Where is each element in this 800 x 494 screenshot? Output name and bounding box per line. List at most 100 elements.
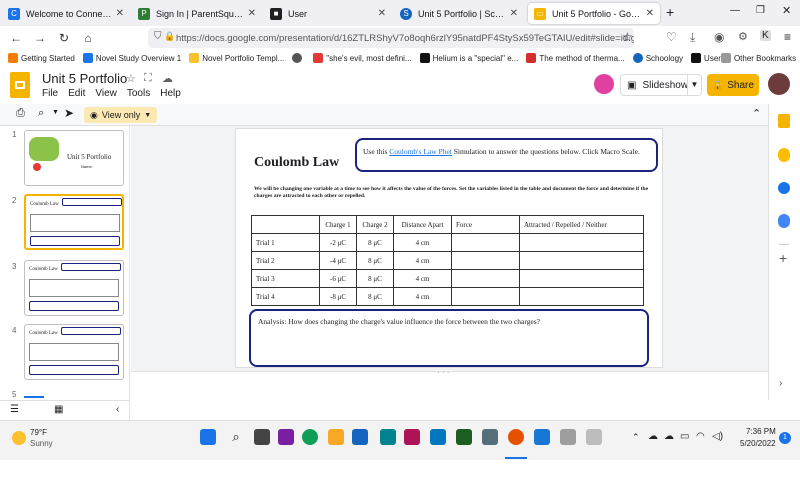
- restore-icon[interactable]: ❐: [756, 5, 765, 16]
- doc-title[interactable]: Unit 5 Portfolio: [42, 71, 127, 86]
- menu-view[interactable]: View: [95, 88, 117, 99]
- app-icon[interactable]: [560, 429, 576, 445]
- menu-file[interactable]: File: [42, 88, 58, 99]
- bookmark-item[interactable]: Novel Study Overview 1: [82, 53, 181, 63]
- menu-edit[interactable]: Edit: [68, 88, 85, 99]
- add-icon[interactable]: +: [779, 250, 787, 266]
- wifi-icon[interactable]: ◠: [696, 431, 705, 442]
- pocket-icon[interactable]: ♡: [666, 30, 677, 44]
- avatar[interactable]: [768, 73, 790, 95]
- mail-icon[interactable]: [430, 429, 446, 445]
- meet-icon[interactable]: [594, 74, 614, 94]
- menu-help[interactable]: Help: [160, 88, 181, 99]
- bookmark-item[interactable]: The method of therma...: [526, 53, 625, 63]
- slide-thumbnail-1[interactable]: Unit 5 Portfolio Name:: [24, 130, 124, 186]
- chevron-up-icon[interactable]: ⌃: [632, 432, 640, 443]
- teams-chat-icon[interactable]: [278, 429, 294, 445]
- bookmark-item[interactable]: User: [691, 53, 721, 63]
- app-icon[interactable]: [404, 429, 420, 445]
- download-icon[interactable]: ⤓: [690, 30, 695, 45]
- battery-icon[interactable]: ▭: [680, 431, 689, 442]
- browser-tab-parentsquare[interactable]: P Sign In | ParentSquare ✕: [132, 3, 262, 24]
- phet-link[interactable]: Coulomb's Law Phet: [389, 147, 452, 156]
- windows-start-icon[interactable]: [200, 429, 216, 445]
- reload-icon[interactable]: ↻: [52, 31, 76, 45]
- bookmark-item[interactable]: Novel Portfolio Templ...: [189, 53, 284, 63]
- bookmark-star-icon[interactable]: ☆: [622, 30, 633, 44]
- cloud-icon[interactable]: ☁: [648, 431, 658, 442]
- instruction-text-post: Simulation to answer the questions below…: [451, 147, 640, 156]
- print-icon[interactable]: ⎙: [16, 107, 25, 120]
- close-window-icon[interactable]: ✕: [782, 4, 791, 17]
- calendar-icon[interactable]: [778, 114, 790, 128]
- store-icon[interactable]: [352, 429, 368, 445]
- home-icon[interactable]: ⌂: [76, 31, 100, 45]
- grid-view-icon[interactable]: ▦: [54, 404, 63, 415]
- clock-time[interactable]: 7:36 PM: [746, 427, 776, 436]
- speaker-notes[interactable]: · · ·: [131, 368, 768, 401]
- file-explorer-icon[interactable]: [328, 429, 344, 445]
- bookmark-item[interactable]: Helium is a "special" e...: [419, 53, 518, 63]
- filmstrip-view-icon[interactable]: ☰: [10, 404, 19, 415]
- other-bookmarks[interactable]: Other Bookmarks: [720, 53, 796, 63]
- star-icon[interactable]: ☆: [126, 72, 136, 85]
- view-only-button[interactable]: ◉ View only ▼: [84, 107, 158, 123]
- word-icon[interactable]: [534, 429, 550, 445]
- slideshow-button[interactable]: ▣ Slideshow ▼: [620, 74, 702, 96]
- slide-thumbnail-4[interactable]: Coulomb Law: [24, 324, 124, 380]
- extension-icon[interactable]: ⚙: [738, 30, 748, 43]
- cursor-icon[interactable]: ➤: [64, 106, 74, 120]
- keep-icon[interactable]: [778, 148, 790, 162]
- excel-icon[interactable]: [456, 429, 472, 445]
- chevron-down-icon[interactable]: ▼: [687, 75, 701, 95]
- app-icon[interactable]: [482, 429, 498, 445]
- share-button[interactable]: 🔒 Share: [707, 74, 759, 96]
- back-icon[interactable]: ←: [4, 31, 28, 45]
- minimize-icon[interactable]: —: [730, 5, 740, 16]
- chevron-left-icon[interactable]: ‹: [116, 404, 119, 415]
- account-icon[interactable]: ◉: [714, 30, 724, 44]
- close-icon[interactable]: ✕: [248, 8, 256, 19]
- collapse-icon[interactable]: ⌃: [752, 107, 761, 120]
- app-icon[interactable]: [586, 429, 602, 445]
- menu-icon[interactable]: ≡: [784, 30, 791, 44]
- clock-date[interactable]: 5/20/2022: [740, 439, 776, 448]
- app-icon[interactable]: [380, 429, 396, 445]
- chevron-down-icon[interactable]: ▼: [52, 109, 59, 116]
- task-view-icon[interactable]: [254, 429, 270, 445]
- tasks-icon[interactable]: [778, 182, 790, 194]
- resize-handle[interactable]: · · ·: [437, 368, 449, 377]
- close-icon[interactable]: ✕: [646, 8, 654, 19]
- volume-icon[interactable]: ◁): [712, 431, 723, 442]
- browser-tab-user[interactable]: ■ User ✕: [264, 3, 392, 24]
- slide-thumbnail-3[interactable]: Coulomb Law: [24, 260, 124, 316]
- new-tab-icon[interactable]: +: [666, 4, 674, 20]
- search-icon[interactable]: ⌕: [228, 429, 244, 445]
- close-icon[interactable]: ✕: [510, 8, 518, 19]
- browser-tab-schoology[interactable]: S Unit 5 Portfolio | Schoology ✕: [394, 3, 524, 24]
- adblock-icon[interactable]: K: [760, 30, 771, 41]
- maps-icon[interactable]: [778, 214, 790, 228]
- edge-icon[interactable]: [302, 429, 318, 445]
- notification-badge[interactable]: 1: [779, 432, 791, 444]
- onedrive-icon[interactable]: ☁: [664, 431, 674, 442]
- move-icon[interactable]: ⛶: [144, 72, 152, 85]
- browser-tab-connexus[interactable]: C Welcome to Connexus | The Ed ✕: [2, 3, 130, 24]
- bookmark-item[interactable]: Getting Started: [8, 53, 75, 63]
- zoom-icon[interactable]: ⌕: [38, 107, 44, 120]
- address-bar[interactable]: ⛉ 🔒 https://docs.google.com/presentation…: [148, 28, 634, 48]
- firefox-icon[interactable]: [508, 429, 524, 445]
- bookmark-item[interactable]: Schoology: [632, 53, 683, 63]
- active-indicator: [505, 457, 527, 459]
- bookmark-item[interactable]: [292, 53, 305, 63]
- chevron-right-icon[interactable]: ›: [779, 378, 782, 389]
- weather-temp[interactable]: 79°F: [30, 428, 47, 437]
- menu-tools[interactable]: Tools: [127, 88, 150, 99]
- forward-icon[interactable]: →: [28, 31, 52, 45]
- slide-thumbnail-5[interactable]: [24, 396, 44, 398]
- slide-thumbnail-2[interactable]: Coulomb Law: [24, 194, 124, 250]
- close-icon[interactable]: ✕: [378, 8, 386, 19]
- close-icon[interactable]: ✕: [116, 8, 124, 19]
- bookmark-item[interactable]: "she's evil, most defini...: [313, 53, 412, 63]
- browser-tab-slides[interactable]: ▭ Unit 5 Portfolio - Google Slides ✕: [528, 3, 660, 24]
